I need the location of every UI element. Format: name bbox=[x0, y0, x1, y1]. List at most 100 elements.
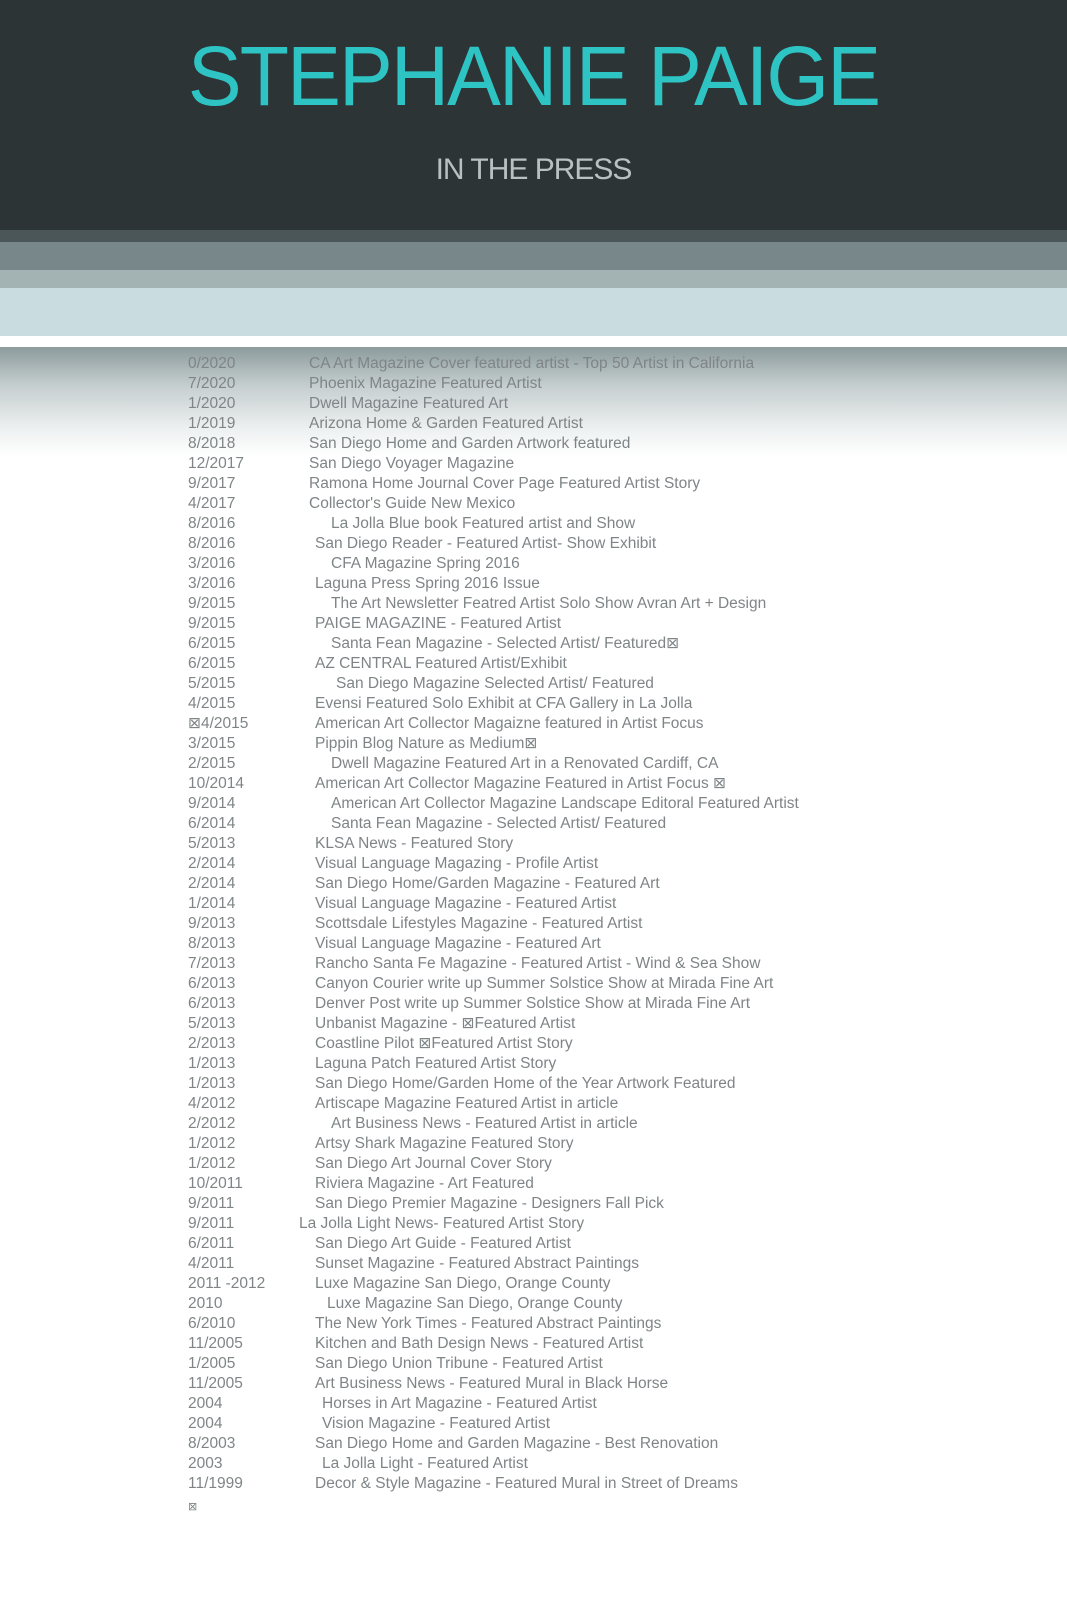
press-date: 8/2013 bbox=[188, 935, 236, 952]
press-item: 2/2014 Visual Language Magazing - Profile… bbox=[0, 854, 1067, 874]
press-date: 8/2018 bbox=[188, 435, 236, 452]
divider-band bbox=[0, 242, 1067, 270]
press-date: 6/2014 bbox=[188, 815, 236, 832]
press-title: Unbanist Magazine - ⊠Featured Artist bbox=[315, 1015, 576, 1032]
press-item: 6/2010 The New York Times - Featured Abst… bbox=[0, 1314, 1067, 1334]
press-date: 2/2014 bbox=[188, 875, 236, 892]
press-date: 2004 bbox=[188, 1415, 223, 1432]
press-date: 11/1999 bbox=[188, 1475, 243, 1492]
press-item: 1/2013 Laguna Patch Featured Artist Story bbox=[0, 1054, 1067, 1074]
press-date: 1/2005 bbox=[188, 1355, 236, 1372]
press-item: 2004 Horses in Art Magazine - Featured Ar… bbox=[0, 1394, 1067, 1414]
press-date: 6/2011 bbox=[188, 1235, 235, 1252]
press-title: Artiscape Magazine Featured Artist in ar… bbox=[315, 1095, 619, 1112]
press-item: 11/2005 Art Business News - Featured Mura… bbox=[0, 1374, 1067, 1394]
press-item: 10/2014 American Art Collector Magazine F… bbox=[0, 774, 1067, 794]
press-title: Phoenix Magazine Featured Artist bbox=[309, 375, 542, 392]
press-title: CA Art Magazine Cover featured artist - … bbox=[309, 355, 755, 372]
press-date: 4/2015 bbox=[188, 695, 236, 712]
press-item: 8/2016 La Jolla Blue book Featured artist… bbox=[0, 514, 1067, 534]
press-title: KLSA News - Featured Story bbox=[315, 835, 514, 852]
press-date: 6/2013 bbox=[188, 995, 236, 1012]
press-title: Horses in Art Magazine - Featured Artist bbox=[322, 1395, 597, 1412]
press-item: 2/2014 San Diego Home/Garden Magazine - F… bbox=[0, 874, 1067, 894]
press-item: 5/2015 San Diego Magazine Selected Artist… bbox=[0, 674, 1067, 694]
press-item: 6/2015 AZ CENTRAL Featured Artist/Exhibit bbox=[0, 654, 1067, 674]
press-date: 7/2013 bbox=[188, 955, 236, 972]
press-item: 1/2019 Arizona Home & Garden Featured Art… bbox=[0, 414, 1067, 434]
press-title: Rancho Santa Fe Magazine - Featured Arti… bbox=[315, 955, 761, 972]
press-item: 9/2017 Ramona Home Journal Cover Page Fea… bbox=[0, 474, 1067, 494]
press-date: 9/2017 bbox=[188, 475, 236, 492]
placeholder-glyph: ⊠ bbox=[188, 1501, 198, 1513]
press-date: 5/2013 bbox=[188, 835, 236, 852]
press-date: 1/2012 bbox=[188, 1135, 236, 1152]
press-date: 2011 -2012 bbox=[188, 1275, 266, 1292]
press-date: 5/2015 bbox=[188, 675, 236, 692]
press-title: Santa Fean Magazine - Selected Artist/ F… bbox=[331, 815, 667, 832]
press-date: 11/2005 bbox=[188, 1335, 243, 1352]
press-title: San Diego Voyager Magazine bbox=[309, 455, 515, 472]
press-title: CFA Magazine Spring 2016 bbox=[331, 555, 520, 572]
press-date: 6/2013 bbox=[188, 975, 236, 992]
press-title: Dwell Magazine Featured Art in a Renovat… bbox=[331, 755, 719, 772]
press-item: 2010 Luxe Magazine San Diego, Orange Coun… bbox=[0, 1294, 1067, 1314]
press-title: San Diego Home and Garden Magazine - Bes… bbox=[315, 1435, 719, 1452]
page-title: STEPHANIE PAIGE bbox=[187, 29, 881, 123]
press-item: 1/2012 Artsy Shark Magazine Featured Stor… bbox=[0, 1134, 1067, 1154]
press-title: Visual Language Magazing - Profile Artis… bbox=[315, 855, 599, 872]
press-title: La Jolla Blue book Featured artist and S… bbox=[331, 515, 636, 532]
press-item: 6/2015 Santa Fean Magazine - Selected Art… bbox=[0, 634, 1067, 654]
press-date: 8/2003 bbox=[188, 1435, 236, 1452]
press-date: 9/2011 bbox=[188, 1215, 235, 1232]
press-date: 2/2013 bbox=[188, 1035, 236, 1052]
press-item: 4/2017 Collector's Guide New Mexico bbox=[0, 494, 1067, 514]
press-title: San Diego Home/Garden Home of the Year A… bbox=[315, 1075, 736, 1092]
press-item: 1/2013 San Diego Home/Garden Home of the … bbox=[0, 1074, 1067, 1094]
press-item: 7/2020 Phoenix Magazine Featured Artist bbox=[0, 374, 1067, 394]
header-banner: STEPHANIE PAIGE IN THE PRESS bbox=[0, 0, 1067, 230]
press-list: 0/2020 CA Art Magazine Cover featured art… bbox=[0, 354, 1067, 1494]
press-date: 0/2020 bbox=[188, 355, 236, 372]
press-title: Kitchen and Bath Design News - Featured … bbox=[315, 1335, 644, 1352]
press-date: 3/2016 bbox=[188, 575, 236, 592]
press-date: 9/2015 bbox=[188, 595, 236, 612]
press-title: The Art Newsletter Featred Artist Solo S… bbox=[331, 595, 767, 612]
press-date: 2/2014 bbox=[188, 855, 236, 872]
press-item: 10/2011 Riviera Magazine - Art Featured bbox=[0, 1174, 1067, 1194]
press-title: American Art Collector Magazine Landscap… bbox=[331, 795, 799, 812]
press-item: 12/2017 San Diego Voyager Magazine bbox=[0, 454, 1067, 474]
press-item: 3/2016 CFA Magazine Spring 2016 bbox=[0, 554, 1067, 574]
press-title: Visual Language Magazine - Featured Arti… bbox=[315, 895, 617, 912]
divider-band bbox=[0, 270, 1067, 288]
press-title: Riviera Magazine - Art Featured bbox=[315, 1175, 534, 1192]
press-date: 8/2016 bbox=[188, 535, 236, 552]
press-title: San Diego Reader - Featured Artist- Show… bbox=[315, 535, 657, 552]
press-item: 2/2015 Dwell Magazine Featured Art in a R… bbox=[0, 754, 1067, 774]
press-item: 3/2015 Pippin Blog Nature as Medium⊠ bbox=[0, 734, 1067, 754]
press-date: 1/2013 bbox=[188, 1075, 236, 1092]
press-item: 5/2013 KLSA News - Featured Story bbox=[0, 834, 1067, 854]
press-date: 9/2013 bbox=[188, 915, 236, 932]
press-date: 3/2015 bbox=[188, 735, 236, 752]
press-title: Evensi Featured Solo Exhibit at CFA Gall… bbox=[315, 695, 693, 712]
press-date: 6/2010 bbox=[188, 1315, 236, 1332]
press-title: Laguna Patch Featured Artist Story bbox=[315, 1055, 557, 1072]
press-item: 11/2005 Kitchen and Bath Design News - Fe… bbox=[0, 1334, 1067, 1354]
press-item: 6/2013 Denver Post write up Summer Solsti… bbox=[0, 994, 1067, 1014]
press-title: Art Business News - Featured Mural in Bl… bbox=[315, 1375, 669, 1392]
press-item: 6/2014 Santa Fean Magazine - Selected Art… bbox=[0, 814, 1067, 834]
press-date: 1/2013 bbox=[188, 1055, 236, 1072]
press-title: Coastline Pilot ⊠Featured Artist Story bbox=[315, 1035, 573, 1052]
press-date: 1/2014 bbox=[188, 895, 236, 912]
press-title: Art Business News - Featured Artist in a… bbox=[331, 1115, 638, 1132]
press-date: 6/2015 bbox=[188, 635, 236, 652]
press-date: 2/2012 bbox=[188, 1115, 236, 1132]
press-item: 8/2013 Visual Language Magazine - Feature… bbox=[0, 934, 1067, 954]
press-title: Denver Post write up Summer Solstice Sho… bbox=[315, 995, 751, 1012]
press-title: American Art Collector Magazine Featured… bbox=[315, 775, 726, 792]
press-item: 9/2015 PAIGE MAGAZINE - Featured Artist bbox=[0, 614, 1067, 634]
press-date: 5/2013 bbox=[188, 1015, 236, 1032]
press-item: 9/2011 San Diego Premier Magazine - Desig… bbox=[0, 1194, 1067, 1214]
press-item: 9/2011 La Jolla Light News- Featured Arti… bbox=[0, 1214, 1067, 1234]
